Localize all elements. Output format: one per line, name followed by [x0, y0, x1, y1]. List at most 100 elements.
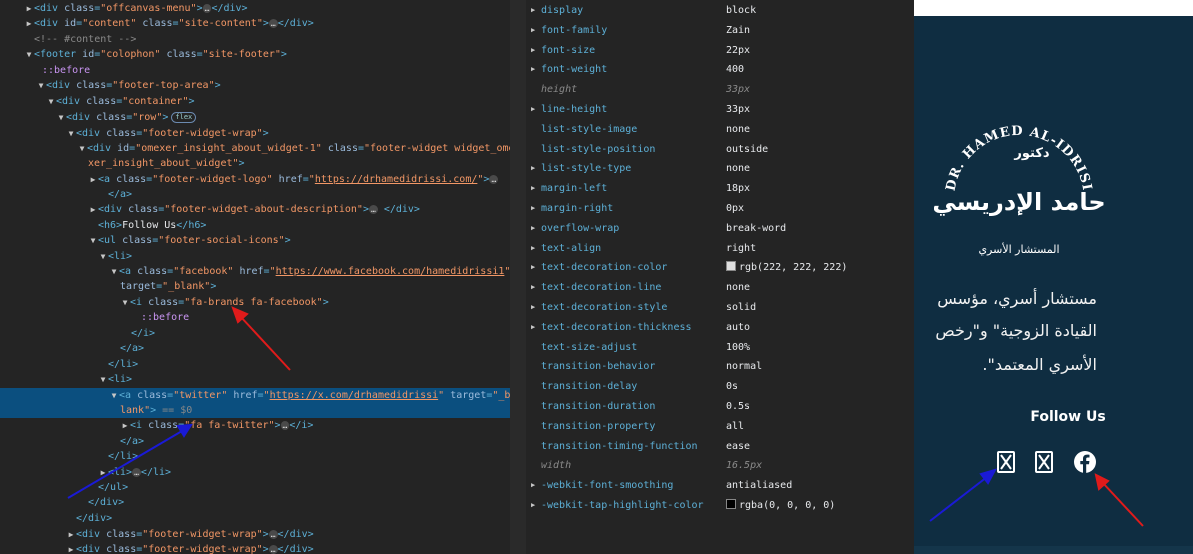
dom-node-h6[interactable]: <h6>Follow Us</h6> — [0, 218, 510, 233]
dom-node-i-facebook[interactable]: ▼ <i class="fa-brands fa-facebook"> — [0, 295, 510, 310]
expand-triangle-icon[interactable]: ▶ — [24, 1, 34, 16]
collapse-triangle-icon[interactable]: ▼ — [120, 295, 130, 310]
computed-prop-font-size[interactable]: ▶ font-size 22px — [526, 41, 914, 60]
dom-pseudo-before-icon[interactable]: ::before — [0, 310, 510, 325]
expand-triangle-icon[interactable]: ▶ — [88, 172, 98, 187]
expand-triangle-icon[interactable]: ▶ — [531, 60, 535, 79]
computed-prop-text-decoration-style[interactable]: ▶ text-decoration-style solid — [526, 298, 914, 317]
dom-node-a-twitter-selected[interactable]: ▼ <a class="twitter" href="https://x.com/… — [0, 388, 510, 403]
expand-triangle-icon[interactable]: ▶ — [531, 179, 535, 198]
dom-node-footer-widget-wrap[interactable]: ▼ <div class="footer-widget-wrap"> — [0, 126, 510, 141]
dom-node-li-close[interactable]: </li> — [0, 449, 510, 464]
computed-prop-transition-delay[interactable]: transition-delay 0s — [526, 377, 914, 396]
dom-node-a-facebook[interactable]: ▼ <a class="facebook" href="https://www.f… — [0, 264, 510, 279]
dom-node-footer-widget-wrap-3[interactable]: ▶ <div class="footer-widget-wrap">… </div> — [0, 542, 510, 554]
dom-comment[interactable]: <!-- #content --> — [0, 32, 510, 47]
computed-prop-display[interactable]: ▶ display block — [526, 1, 914, 20]
expand-triangle-icon[interactable]: ▶ — [24, 16, 34, 31]
expand-triangle-icon[interactable]: ▶ — [531, 239, 535, 258]
expand-triangle-icon[interactable]: ▶ — [531, 199, 535, 218]
computed-prop-transition-behavior[interactable]: transition-behavior normal — [526, 357, 914, 376]
facebook-icon[interactable] — [1073, 450, 1097, 474]
collapse-triangle-icon[interactable]: ▼ — [56, 110, 66, 125]
dom-node-content[interactable]: ▶ <div id="content" class="site-content">… — [0, 16, 510, 31]
dom-node-social-icons[interactable]: ▼ <ul class="footer-social-icons"> — [0, 233, 510, 248]
dom-node-div-close[interactable]: </div> — [0, 495, 510, 510]
computed-prop-font-weight[interactable]: ▶ font-weight 400 — [526, 60, 914, 79]
collapse-triangle-icon[interactable]: ▼ — [98, 249, 108, 264]
computed-prop-margin-right[interactable]: ▶ margin-right 0px — [526, 199, 914, 218]
dom-node-footer-widget-logo[interactable]: ▶ <a class="footer-widget-logo" href="htt… — [0, 172, 510, 187]
ellipsis-badge[interactable]: … — [268, 529, 278, 539]
computed-prop-webkit-tap-highlight-color[interactable]: ▶ -webkit-tap-highlight-color rgba(0, 0, 0… — [526, 496, 914, 515]
color-swatch[interactable] — [726, 261, 736, 272]
dom-node-row[interactable]: ▼ <div class="row"> flex — [0, 110, 510, 125]
dom-node-a-twitter-cont[interactable]: lank"> == $0 — [0, 403, 510, 418]
color-swatch[interactable] — [726, 499, 736, 509]
collapse-triangle-icon[interactable]: ▼ — [36, 78, 46, 93]
collapse-triangle-icon[interactable]: ▼ — [109, 264, 119, 279]
dom-pseudo-before[interactable]: ::before — [0, 63, 510, 78]
computed-prop-overflow-wrap[interactable]: ▶ overflow-wrap break-word — [526, 219, 914, 238]
expand-triangle-icon[interactable]: ▶ — [531, 219, 535, 238]
flex-badge[interactable]: flex — [171, 111, 197, 123]
dr-hamed-al-idrisi-logo[interactable]: DR. HAMED AL-IDRISI دكتور حامد الإدريسي … — [934, 115, 1104, 265]
computed-prop-transition-timing-function[interactable]: transition-timing-function ease — [526, 437, 914, 456]
expand-triangle-icon[interactable]: ▶ — [66, 527, 76, 542]
expand-triangle-icon[interactable]: ▶ — [531, 100, 535, 119]
computed-prop-text-decoration-thickness[interactable]: ▶ text-decoration-thickness auto — [526, 318, 914, 337]
href-link[interactable]: https://x.com/drhamedidrissi — [270, 390, 439, 401]
expand-triangle-icon[interactable]: ▶ — [98, 465, 108, 480]
computed-prop-width[interactable]: width 16.5px — [526, 456, 914, 475]
computed-prop-font-family[interactable]: ▶ font-family Zain — [526, 21, 914, 40]
dom-node-i-close[interactable]: </i> — [0, 326, 510, 341]
computed-prop-height[interactable]: height 33px — [526, 80, 914, 99]
expand-triangle-icon[interactable]: ▶ — [531, 278, 535, 297]
expand-triangle-icon[interactable]: ▶ — [531, 21, 535, 40]
dom-node-about-description[interactable]: ▶ <div class="footer-widget-about-descrip… — [0, 202, 510, 217]
expand-triangle-icon[interactable]: ▶ — [531, 496, 535, 515]
collapse-triangle-icon[interactable]: ▼ — [66, 126, 76, 141]
dom-node-offcanvas-menu[interactable]: ▶ <div class="offcanvas-menu">… </div> — [0, 1, 510, 16]
computed-prop-text-decoration-line[interactable]: ▶ text-decoration-line none — [526, 278, 914, 297]
expand-triangle-icon[interactable]: ▶ — [531, 476, 535, 495]
dom-node-a-close[interactable]: </a> — [0, 187, 510, 202]
ellipsis-badge[interactable]: … — [132, 467, 141, 477]
computed-prop-webkit-font-smoothing[interactable]: ▶ -webkit-font-smoothing antialiased — [526, 476, 914, 495]
collapse-triangle-icon[interactable]: ▼ — [98, 372, 108, 387]
href-link[interactable]: https://drhamedidrissi.com/ — [315, 174, 478, 185]
collapse-triangle-icon[interactable]: ▼ — [24, 47, 34, 62]
computed-prop-transition-property[interactable]: transition-property all — [526, 417, 914, 436]
dom-node-li-close[interactable]: </li> — [0, 357, 510, 372]
computed-prop-text-align[interactable]: ▶ text-align right — [526, 239, 914, 258]
expand-triangle-icon[interactable]: ▶ — [531, 41, 535, 60]
dom-node-about-widget[interactable]: ▼ <div id="omexer_insight_about_widget-1"… — [0, 141, 510, 156]
ellipsis-badge[interactable]: … — [268, 544, 278, 554]
ellipsis-badge[interactable]: … — [489, 174, 499, 184]
x-twitter-icon[interactable] — [1032, 450, 1056, 474]
collapse-triangle-icon[interactable]: ▼ — [88, 233, 98, 248]
href-link[interactable]: https://www.facebook.com/hamedidrissi1 — [276, 266, 505, 277]
dom-node-div-close[interactable]: </div> — [0, 511, 510, 526]
expand-triangle-icon[interactable]: ▶ — [88, 202, 98, 217]
expand-triangle-icon[interactable]: ▶ — [531, 1, 535, 20]
dom-node-about-widget-cont[interactable]: xer_insight_about_widget"> — [0, 156, 510, 171]
expand-triangle-icon[interactable]: ▶ — [120, 418, 130, 433]
dom-node-li-3[interactable]: ▶ <li>… </li> — [0, 465, 510, 480]
dom-node-container[interactable]: ▼ <div class="container"> — [0, 94, 510, 109]
computed-styles-pane[interactable]: ▶ display block ▶ font-family Zain ▶ font-size 2… — [526, 0, 914, 554]
dom-node-li-2[interactable]: ▼ <li> — [0, 372, 510, 387]
ellipsis-badge[interactable]: … — [268, 18, 278, 28]
computed-prop-line-height[interactable]: ▶ line-height 33px — [526, 100, 914, 119]
computed-prop-list-style-type[interactable]: ▶ list-style-type none — [526, 159, 914, 178]
collapse-triangle-icon[interactable]: ▼ — [109, 388, 119, 403]
collapse-triangle-icon[interactable]: ▼ — [46, 94, 56, 109]
dom-node-footer[interactable]: ▼ <footer id="colophon" class="site-foote… — [0, 47, 510, 62]
expand-triangle-icon[interactable]: ▶ — [531, 318, 535, 337]
dom-node-li-1[interactable]: ▼ <li> — [0, 249, 510, 264]
dom-node-i-twitter[interactable]: ▶ <i class="fa fa-twitter">… </i> — [0, 418, 510, 433]
pane-divider[interactable] — [510, 0, 526, 554]
elements-dom-tree[interactable]: ▶ <div class="offcanvas-menu">… </div> ▶ <d… — [0, 0, 510, 554]
expand-triangle-icon[interactable]: ▶ — [531, 298, 535, 317]
dom-node-ul-close[interactable]: </ul> — [0, 480, 510, 495]
